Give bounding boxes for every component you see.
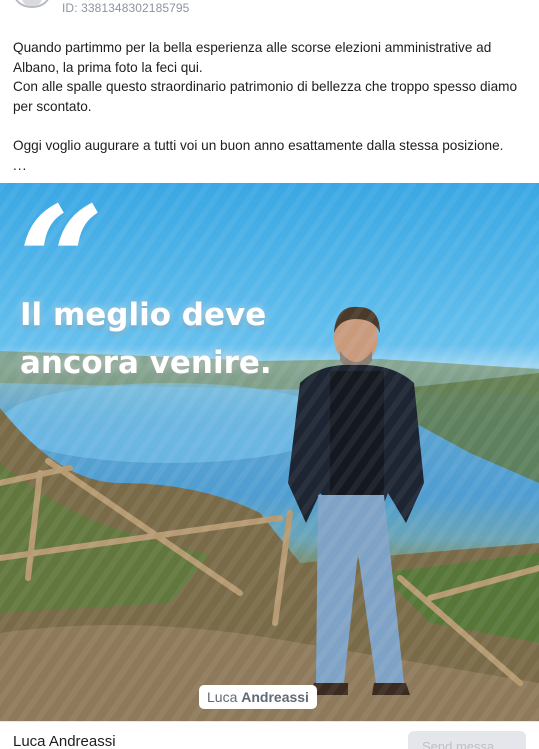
signature-last-name: Andreassi	[241, 689, 309, 705]
headline-line: Il meglio deve	[20, 297, 267, 333]
send-message-button[interactable]: Send messa...	[408, 731, 526, 749]
post-paragraph: Quando partimmo per la bella esperienza …	[13, 40, 492, 75]
headline-line: ancora venire.	[20, 345, 272, 381]
photo-headline: Il meglio deve ancora venire.	[20, 291, 272, 387]
see-more-link[interactable]: ...	[13, 158, 27, 173]
post-paragraph: Con alle spalle questo straordinario pat…	[13, 79, 518, 114]
post-paragraph: Oggi voglio augurare a tutti voi un buon…	[13, 137, 504, 153]
post-header: ID: 3381348302185795	[0, 0, 539, 20]
post-footer: Luca Andreassi Send messa...	[0, 721, 539, 749]
profile-avatar[interactable]	[14, 0, 50, 8]
post-id: ID: 3381348302185795	[62, 1, 190, 15]
photo-signature-badge: Luca Andreassi	[199, 685, 317, 709]
author-name[interactable]: Luca Andreassi	[13, 733, 116, 749]
post-text: Quando partimmo per la bella esperienza …	[13, 38, 528, 175]
post-photo[interactable]: “ Il meglio deve ancora venire. Luca And…	[0, 183, 539, 721]
signature-first-name: Luca	[207, 689, 242, 705]
